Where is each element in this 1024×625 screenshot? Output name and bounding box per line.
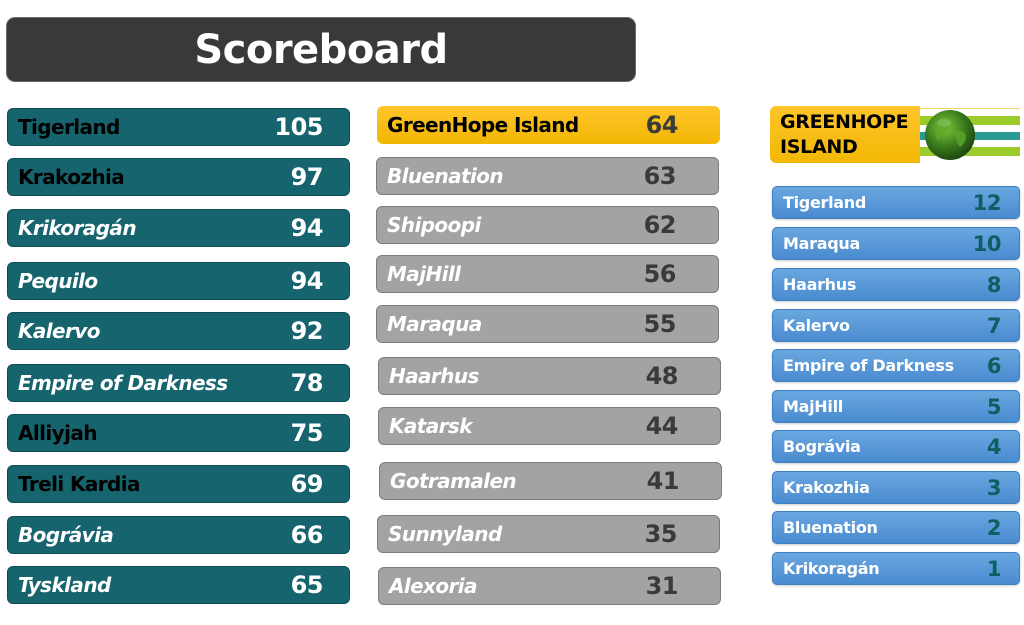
- vote-row: Maraqua 10: [772, 227, 1020, 260]
- middle-score-row: Shipoopi 62: [376, 206, 719, 244]
- vote-points: 4: [986, 434, 1002, 459]
- left-score-row: Tyskland 65: [7, 566, 350, 604]
- voted-country-name: MajHill: [783, 397, 843, 416]
- left-score-row: Kalervo 92: [7, 312, 350, 350]
- country-name: Tyskland: [18, 573, 111, 597]
- middle-score-row: Haarhus 48: [378, 357, 721, 395]
- country-score: 64: [645, 111, 679, 139]
- middle-score-row: Gotramalen 41: [379, 462, 722, 500]
- vote-points: 2: [986, 515, 1002, 540]
- country-name: Maraqua: [387, 312, 482, 336]
- country-name: Alliyjah: [18, 421, 97, 445]
- country-name: GreenHope Island: [387, 113, 579, 137]
- voted-country-name: Haarhus: [783, 275, 857, 294]
- country-score: 56: [643, 260, 677, 288]
- scoreboard-title-bar: Scoreboard: [6, 17, 636, 82]
- left-score-row: Krakozhia 97: [7, 158, 350, 196]
- country-score: 41: [646, 467, 680, 495]
- country-score: 78: [290, 369, 324, 397]
- left-score-row: Treli Kardia 69: [7, 465, 350, 503]
- country-name: Katarsk: [389, 414, 473, 438]
- vote-points: 10: [972, 231, 1002, 256]
- left-score-row: Bográvia 66: [7, 516, 350, 554]
- country-name: Gotramalen: [390, 469, 517, 493]
- vote-points: 3: [986, 475, 1002, 500]
- vote-row: Bluenation 2: [772, 511, 1020, 544]
- middle-score-row: Bluenation 63: [376, 157, 719, 195]
- vote-row: Bográvia 4: [772, 430, 1020, 463]
- vote-row: Krikoragán 1: [772, 552, 1020, 585]
- voted-country-name: Krakozhia: [783, 478, 870, 497]
- country-score: 66: [290, 521, 324, 549]
- country-score: 92: [290, 317, 324, 345]
- middle-score-row: Sunnyland 35: [377, 515, 720, 553]
- country-name: MajHill: [387, 262, 461, 286]
- vote-row: Empire of Darkness 6: [772, 349, 1020, 382]
- left-score-row: Tigerland 105: [7, 108, 350, 146]
- highlighted-score-row: GreenHope Island 64: [377, 106, 720, 144]
- left-score-row: Alliyjah 75: [7, 414, 350, 452]
- country-score: 105: [274, 113, 323, 141]
- country-score: 48: [645, 362, 679, 390]
- country-score: 94: [290, 214, 324, 242]
- middle-score-row: MajHill 56: [376, 255, 719, 293]
- vote-points: 1: [986, 556, 1002, 581]
- country-name: Krakozhia: [18, 165, 125, 189]
- country-score: 44: [645, 412, 679, 440]
- vote-points: 8: [986, 272, 1002, 297]
- country-score: 94: [290, 267, 324, 295]
- country-name: Shipoopi: [387, 213, 481, 237]
- voted-country-name: Bográvia: [783, 437, 861, 456]
- page-title: Scoreboard: [194, 26, 448, 73]
- vote-row: Kalervo 7: [772, 309, 1020, 342]
- country-score: 31: [645, 572, 679, 600]
- country-name: Tigerland: [18, 115, 120, 139]
- voting-country-header: GREENHOPE ISLAND: [770, 106, 1020, 163]
- voted-country-name: Tigerland: [783, 193, 867, 212]
- middle-score-row: Katarsk 44: [378, 407, 721, 445]
- country-score: 62: [643, 211, 677, 239]
- left-score-row: Pequilo 94: [7, 262, 350, 300]
- voting-country-label: GREENHOPE ISLAND: [770, 106, 920, 163]
- country-score: 69: [290, 470, 324, 498]
- country-score: 75: [290, 419, 324, 447]
- country-score: 55: [643, 310, 677, 338]
- vote-row: Krakozhia 3: [772, 471, 1020, 504]
- left-score-row: Empire of Darkness 78: [7, 364, 350, 402]
- middle-score-row: Alexoria 31: [378, 567, 721, 605]
- vote-row: MajHill 5: [772, 390, 1020, 423]
- voted-country-name: Krikoragán: [783, 559, 880, 578]
- country-name: Haarhus: [389, 364, 479, 388]
- country-name: Bluenation: [387, 164, 504, 188]
- country-name: Empire of Darkness: [18, 371, 228, 395]
- country-score: 63: [643, 162, 677, 190]
- greenhope-flag-icon: [920, 106, 1020, 163]
- country-score: 65: [290, 571, 324, 599]
- country-score: 97: [290, 163, 324, 191]
- voted-country-name: Kalervo: [783, 316, 850, 335]
- left-score-row: Krikoragán 94: [7, 209, 350, 247]
- vote-points: 6: [986, 353, 1002, 378]
- country-name: Treli Kardia: [18, 472, 140, 496]
- country-name: Sunnyland: [388, 522, 502, 546]
- voted-country-name: Empire of Darkness: [783, 356, 954, 375]
- vote-row: Haarhus 8: [772, 268, 1020, 301]
- country-name: Kalervo: [18, 319, 100, 343]
- vote-points: 5: [986, 394, 1002, 419]
- country-name: Alexoria: [389, 574, 478, 598]
- voted-country-name: Bluenation: [783, 518, 878, 537]
- vote-points: 12: [972, 190, 1002, 215]
- vote-row: Tigerland 12: [772, 186, 1020, 219]
- country-name: Bográvia: [18, 523, 114, 547]
- country-name: Krikoragán: [18, 216, 137, 240]
- globe-icon: [925, 110, 975, 160]
- middle-score-row: Maraqua 55: [376, 305, 719, 343]
- country-score: 35: [644, 520, 678, 548]
- voting-country-name-line1: GREENHOPE: [780, 110, 909, 133]
- voting-country-name-line2: ISLAND: [780, 135, 858, 158]
- vote-points: 7: [986, 313, 1002, 338]
- country-name: Pequilo: [18, 269, 98, 293]
- voted-country-name: Maraqua: [783, 234, 860, 253]
